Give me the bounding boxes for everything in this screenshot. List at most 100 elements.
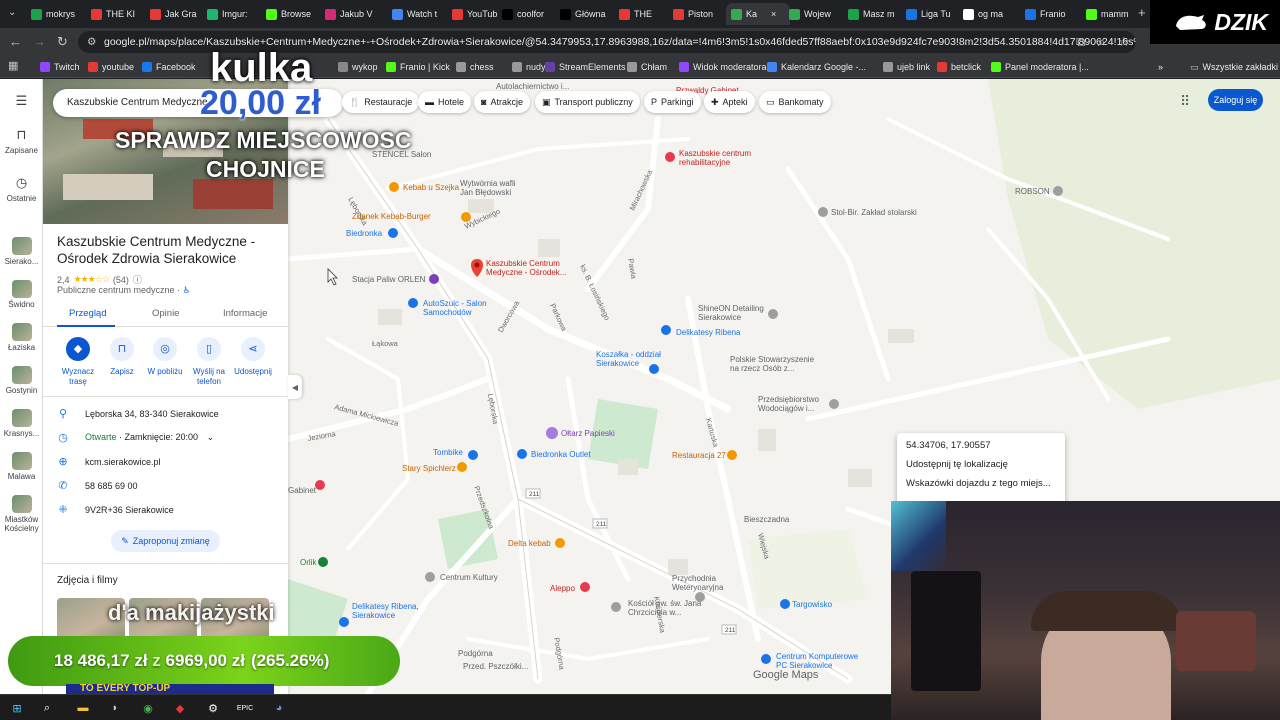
phone-row[interactable]: ✆ 58 685 69 00 [57,479,277,492]
share-button[interactable]: ⋖ Udostępnij [230,337,276,377]
search-icon[interactable]: ⌕ [38,699,56,717]
recent-place[interactable]: Miastków Kościelny [0,495,43,533]
category-label[interactable]: Publiczne centrum medyczne · [57,285,180,295]
browser-tab[interactable]: mamm [1081,3,1145,25]
all-bookmarks[interactable]: ▭ Wszystkie zakładki [1190,60,1278,74]
windows-start-icon[interactable]: ⊞ [8,699,26,717]
directions-from-item[interactable]: Wskazówki dojazdu z tego miejs... [906,478,1051,489]
apps-icon[interactable]: ▦ [8,59,18,72]
bookmark-item[interactable]: nudy [512,60,546,74]
browser-tab[interactable]: Imgur: [202,3,266,25]
bookmark-item[interactable]: Widok moderatora... [679,60,774,74]
poi-orlik[interactable]: Orlik [300,557,328,567]
poi-stolbir[interactable]: Stol-Bir. Zakład stolarski [818,207,917,217]
bookmark-item[interactable]: betclick [937,60,981,74]
directions-button[interactable]: ◆ Wyznacz trasę [55,337,101,387]
browser-tab[interactable]: Piston [668,3,732,25]
browser-tab[interactable]: Franio [1020,3,1084,25]
bookmark-item[interactable]: chess [456,60,494,74]
save-button[interactable]: ⊓ Zapisz [99,337,145,377]
app-icon[interactable]: ◗ [106,699,124,717]
epic-games-icon[interactable]: EPIC [236,699,254,717]
browser-tab[interactable]: Masz m [843,3,907,25]
browser-tab[interactable]: coolfor [497,3,561,25]
tab-search-icon[interactable]: ⌄ [8,7,16,18]
coordinates-item[interactable]: 54.34706, 17.90557 [906,440,991,451]
send-to-phone-button[interactable]: ▯ Wyślij na telefon [186,337,232,387]
browser-tab[interactable]: Jakub V [320,3,384,25]
poi-delta-kebab[interactable]: Delta kebab [508,538,565,548]
discord-icon[interactable]: ◕ [270,699,288,717]
zoom-icon[interactable]: ⌕ [1098,34,1105,50]
chip-hotels[interactable]: ▬ Hotele [418,91,472,113]
nearby-button[interactable]: ◎ W pobliżu [142,337,188,377]
bookmarks-overflow-icon[interactable]: » [1158,60,1163,74]
recent-place[interactable]: Malawa [0,452,43,481]
reload-icon[interactable]: ↻ [57,34,68,50]
address-row[interactable]: ⚲ Lęborska 34, 83-340 Sierakowice [57,407,277,420]
file-explorer-icon[interactable]: ▬ [74,699,92,717]
tab-info[interactable]: Informacje [223,308,267,319]
browser-tab[interactable]: mokrys [26,3,90,25]
selected-place-pin[interactable]: Kaszubskie Centrum Medyczne - Ośrodek... [471,259,566,277]
recent-place[interactable]: Krasnys... [0,409,43,438]
chip-atms[interactable]: ▭ Bankomaty [759,91,831,113]
bookmark-item[interactable]: youtube [88,60,134,74]
bookmark-item[interactable]: ujeb link [883,60,930,74]
bookmark-item[interactable]: wykop [338,60,378,74]
website-row[interactable]: ⊕ kcm.sierakowice.pl [57,455,277,468]
bookmark-star-icon[interactable]: ☆ [1118,34,1130,50]
recent-place[interactable]: Gostynin [0,366,43,395]
collapse-panel-button[interactable]: ◀ [288,375,302,399]
chip-attractions[interactable]: ◙ Atrakcje [474,91,530,113]
sign-in-button[interactable]: Zaloguj się [1208,89,1263,111]
hours-row[interactable]: ◷ Otwarte · Zamknięcie: 20:00 ⌄ [57,431,277,444]
plus-code-row[interactable]: ⁜ 9V2R+36 Sierakowice [57,503,277,516]
browser-tab[interactable]: Główna [555,3,619,25]
recent-button[interactable]: ◷ Ostatnie [0,175,43,203]
recent-place[interactable]: Sierako... [0,237,43,266]
poi-robson[interactable]: ROBSON [1015,186,1063,196]
review-count[interactable]: (54) [113,275,129,285]
browser-tab[interactable]: og ma [958,3,1022,25]
browser-tab[interactable]: Liga Tu [901,3,965,25]
recent-place[interactable]: Świdno [0,280,43,309]
app-icon[interactable]: ◆ [171,699,189,717]
new-tab-icon[interactable]: + [1138,5,1146,20]
bookmark-item[interactable]: Chłam [627,60,667,74]
poi-biedronka[interactable]: Biedronka [346,228,398,238]
bookmark-item[interactable]: Twitch [40,60,80,74]
browser-tab[interactable]: Wojew [784,3,848,25]
chip-pharmacies[interactable]: ✚ Apteki [704,91,755,113]
poi-targowisko[interactable]: Targowisko [780,599,833,609]
bookmark-item[interactable]: Panel moderatora |... [991,60,1089,74]
chrome-icon[interactable]: ◉ [139,699,157,717]
tab-overview[interactable]: Przegląd [69,308,107,319]
chip-transit[interactable]: ▣ Transport publiczny [535,91,640,113]
site-info-icon[interactable]: ⚙ [87,36,96,48]
google-apps-icon[interactable]: ⠿ [1180,93,1190,110]
bookmark-item[interactable]: Facebook [142,60,196,74]
install-icon[interactable]: ⧉ [1076,34,1085,50]
settings-icon[interactable]: ⚙ [204,699,222,717]
back-icon[interactable]: ← [9,34,22,49]
suggest-edit-button[interactable]: ✎ Zaproponuj zmianę [111,530,220,552]
browser-tab[interactable]: Browse [261,3,325,25]
browser-tab[interactable]: Jak Gra [145,3,209,25]
chip-parking[interactable]: P Parkingi [644,91,701,113]
browser-tab[interactable]: Watch t [387,3,451,25]
forward-icon[interactable]: → [33,34,46,49]
close-tab-icon[interactable]: × [771,9,776,19]
menu-button[interactable]: ☰ [0,93,43,112]
bookmark-item[interactable]: Kalendarz Google -... [767,60,866,74]
poi-aleppo[interactable]: Aleppo [550,582,590,593]
share-location-item[interactable]: Udostępnij tę lokalizację [906,459,1008,470]
browser-tab[interactable]: THE KI [86,3,150,25]
tab-reviews[interactable]: Opinie [152,308,179,319]
saved-button[interactable]: ⊓ Zapisane [0,127,43,155]
browser-tab[interactable]: Ka × [726,3,790,25]
chip-restaurants[interactable]: 🍴 Restauracje [342,91,420,113]
bookmark-item[interactable]: StreamElements [545,60,626,74]
recent-place[interactable]: Łaziska [0,323,43,352]
bookmark-item[interactable]: Franio | Kick [386,60,450,74]
